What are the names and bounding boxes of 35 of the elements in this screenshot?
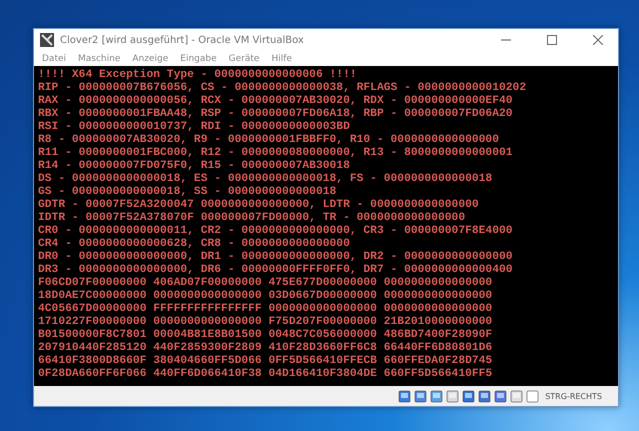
console-line: RIP - 000000007B676056, CS - 0000000000000038, RFLAGS - 0000000000010202 bbox=[38, 82, 528, 95]
console-line: GDTR - 00007F52A3200047 0000000000000000, LDTR - 0000000000000000 bbox=[38, 199, 480, 212]
console-line: R11 - 0000000001FBC000, R12 - 0000000080000000, R13 - 8000000000000001 bbox=[38, 147, 514, 160]
console-line: DR3 - 0000000000000000, DR6 - 00000000FFFF0FF0, DR7 - 0000000000000400 bbox=[38, 264, 514, 277]
close-icon[interactable] bbox=[593, 35, 603, 45]
console-line: R8 - 000000007AB30020, R9 - 0000000001FBBFF0, R10 - 0000000000000000 bbox=[38, 134, 500, 147]
console-line: 4C05667D00000000 FFFFFFFFFFFFFFFF 0000000000000000 0000000000000000 bbox=[38, 303, 494, 316]
console-line: CR0 - 0000000000000011, CR2 - 0000000000000000, CR3 - 000000007F8E4000 bbox=[38, 225, 514, 238]
console-line: RBX - 0000000001FBAA48, RSP - 000000007FD06A18, RBP - 000000007FD06A20 bbox=[38, 108, 514, 121]
console-line: B01500000F8C7801 00004B81E8B01500 0048C7C056000000 486BD7400F28090F bbox=[38, 329, 494, 342]
console-line: R14 - 000000007FD075F0, R15 - 000000007AB30018 bbox=[38, 160, 351, 173]
menu-item[interactable]: Eingabe bbox=[174, 54, 223, 64]
menu-item[interactable]: Geräte bbox=[222, 54, 266, 64]
console-line: 66410F3800D8660F 380404660FF5D066 0FF5D566410FFECB 660FFEDA0F28D745 bbox=[38, 355, 494, 368]
console-line: !!!! X64 Exception Type - 0000000000000006 !!!! bbox=[38, 69, 358, 82]
console-line: 1710227F00000000 0000000000000000 F75D207F00000000 21B2010000000000 bbox=[38, 316, 494, 329]
console-line: GS - 0000000000000018, SS - 0000000000000018 bbox=[38, 186, 338, 199]
console-line: RSI - 0000000000010737, RDI - 00000000000003BD bbox=[38, 121, 351, 134]
window-title: Clover2 [wird ausgeführt] - Oracle VM VirtualBox bbox=[60, 34, 305, 46]
console-line: RAX - 0000000000000056, RCX - 000000007AB30020, RDX - 000000000000EF40 bbox=[38, 95, 514, 108]
console-line: 207910440F285120 440F2859300F2809 410F28D3660FF6C8 66440FF6D80801D6 bbox=[38, 342, 494, 355]
console-line: CR4 - 0000000000000628, CR8 - 0000000000000000 bbox=[38, 238, 351, 251]
console-line: DS - 0000000000000018, ES - 0000000000000018, FS - 0000000000000018 bbox=[38, 173, 494, 186]
host-key-label: STRG-RECHTS bbox=[545, 392, 602, 400]
menu-item[interactable]: Maschine bbox=[72, 54, 126, 64]
console-line: F06CD07F00000000 406AD07F00000000 475E677D00000000 0000000000000000 bbox=[38, 277, 494, 290]
maximize-icon[interactable] bbox=[547, 35, 557, 45]
console-line: 18D0AE7C00000000 0000000000000000 03D0667D00000000 0000000000000000 bbox=[38, 290, 494, 303]
menu-item[interactable]: Hilfe bbox=[265, 54, 298, 64]
console-line: IDTR - 00007F52A378070F 000000007FD00000, TR - 0000000000000000 bbox=[38, 212, 466, 225]
menu-item[interactable]: Datei bbox=[36, 54, 72, 64]
menu-item[interactable]: Anzeige bbox=[126, 54, 174, 64]
console-line: DR0 - 0000000000000000, DR1 - 0000000000000000, DR2 - 0000000000000000 bbox=[38, 251, 514, 264]
console-line: 0F28DA660FF6F066 440FF6D066410F38 04D166410F3804DE 660FF5D566410FF5 bbox=[38, 368, 494, 381]
app-icon bbox=[40, 33, 54, 47]
